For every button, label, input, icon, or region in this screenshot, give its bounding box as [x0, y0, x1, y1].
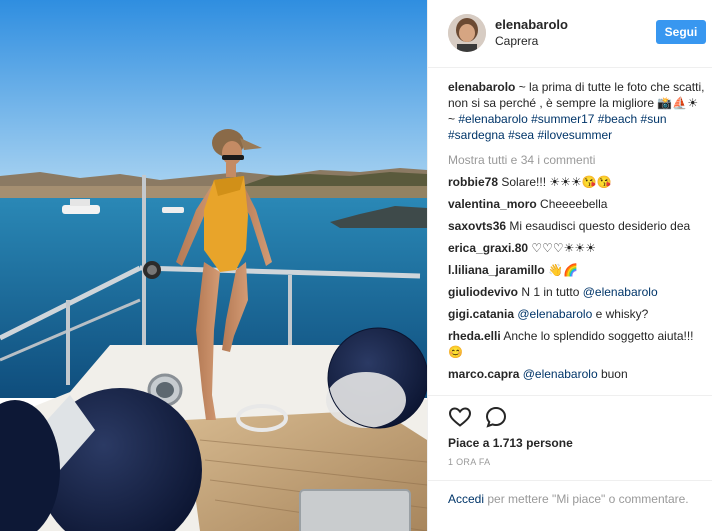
post-sidebar: elenabarolo Caprera Segui elenabarolo ~ … — [427, 0, 712, 531]
comment-mention[interactable]: @elenabarolo — [523, 367, 598, 381]
comment-mention[interactable]: @elenabarolo — [517, 307, 592, 321]
comment-username[interactable]: gigi.catania — [448, 307, 514, 321]
comment-item: marco.capra @elenabarolo buon — [448, 366, 706, 382]
comment-username[interactable]: robbie78 — [448, 175, 498, 189]
comment-username[interactable]: giuliodevivo — [448, 285, 518, 299]
post-caption: elenabarolo ~ la prima di tutte le foto … — [448, 79, 706, 143]
follow-button[interactable]: Segui — [656, 20, 706, 44]
comment-item: saxovts36 Mi esaudisci questo desiderio … — [448, 218, 706, 234]
post-header: elenabarolo Caprera Segui — [428, 0, 712, 68]
comments-list[interactable]: elenabarolo ~ la prima di tutte le foto … — [448, 79, 706, 396]
post-actions: Piace a 1.713 persone 1 ORA FA Accedi pe… — [428, 395, 712, 521]
comment-text: Mi esaudisci questo desiderio dea — [509, 219, 691, 233]
login-link[interactable]: Accedi — [448, 492, 484, 506]
caption-username[interactable]: elenabarolo — [448, 80, 515, 94]
heart-outline-icon[interactable] — [448, 405, 472, 429]
speech-bubble-icon[interactable] — [484, 405, 508, 429]
comment-text: e whisky? — [592, 307, 649, 321]
instagram-post: elenabarolo Caprera Segui elenabarolo ~ … — [0, 0, 712, 531]
likes-count[interactable]: Piace a 1.713 persone — [448, 436, 573, 450]
post-timestamp[interactable]: 1 ORA FA — [448, 457, 490, 467]
add-comment-section: Accedi per mettere "Mi piace" o commenta… — [428, 480, 712, 522]
comment-username[interactable]: l.liliana_jaramillo — [448, 263, 545, 277]
post-location[interactable]: Caprera — [495, 34, 538, 48]
comment-username[interactable]: valentina_moro — [448, 197, 537, 211]
comment-username[interactable]: saxovts36 — [448, 219, 506, 233]
comment-username[interactable]: rheda.elli — [448, 329, 501, 343]
show-all-comments-link[interactable]: Mostra tutti e 34 i commenti — [448, 152, 706, 168]
post-photo[interactable] — [0, 0, 427, 531]
comment-item: robbie78 Solare!!! ☀☀☀😘😘 — [448, 174, 706, 190]
comment-item: erica_graxi.80 ♡♡♡☀☀☀ — [448, 240, 706, 256]
comment-text: ♡♡♡☀☀☀ — [531, 241, 596, 255]
comment-username[interactable]: marco.capra — [448, 367, 519, 381]
comment-mention[interactable]: @elenabarolo — [583, 285, 658, 299]
hashtag[interactable]: #ilovesummer — [537, 128, 612, 142]
hashtag[interactable]: #sardegna — [448, 128, 505, 142]
comment-item: giuliodevivo N 1 in tutto @elenabarolo — [448, 284, 706, 300]
comment-text: Cheeeebella — [540, 197, 608, 211]
post-author-username[interactable]: elenabarolo — [495, 17, 568, 32]
hashtag[interactable]: #summer17 — [531, 112, 594, 126]
hashtag[interactable]: #elenabarolo — [458, 112, 527, 126]
comment-item: l.liliana_jaramillo 👋🌈 — [448, 262, 706, 278]
login-prompt-text: per mettere "Mi piace" o commentare. — [484, 492, 689, 506]
avatar[interactable] — [448, 14, 486, 52]
comment-text: buon — [597, 367, 628, 381]
comment-item: rheda.elli Anche lo splendido soggetto a… — [448, 328, 706, 360]
comment-item: valentina_moro Cheeeebella — [448, 196, 706, 212]
comment-item: gigi.catania @elenabarolo e whisky? — [448, 306, 706, 322]
photo-yacht-woman-swimsuit — [0, 0, 427, 531]
hashtag[interactable]: #sea — [508, 128, 534, 142]
hashtag[interactable]: #beach — [598, 112, 637, 126]
comment-username[interactable]: erica_graxi.80 — [448, 241, 528, 255]
avatar-icon — [448, 14, 486, 52]
comment-text: N 1 in tutto — [521, 285, 583, 299]
comment-text: Solare!!! ☀☀☀😘😘 — [501, 175, 612, 189]
comment-text: 👋🌈 — [548, 263, 578, 277]
hashtag[interactable]: #sun — [641, 112, 667, 126]
